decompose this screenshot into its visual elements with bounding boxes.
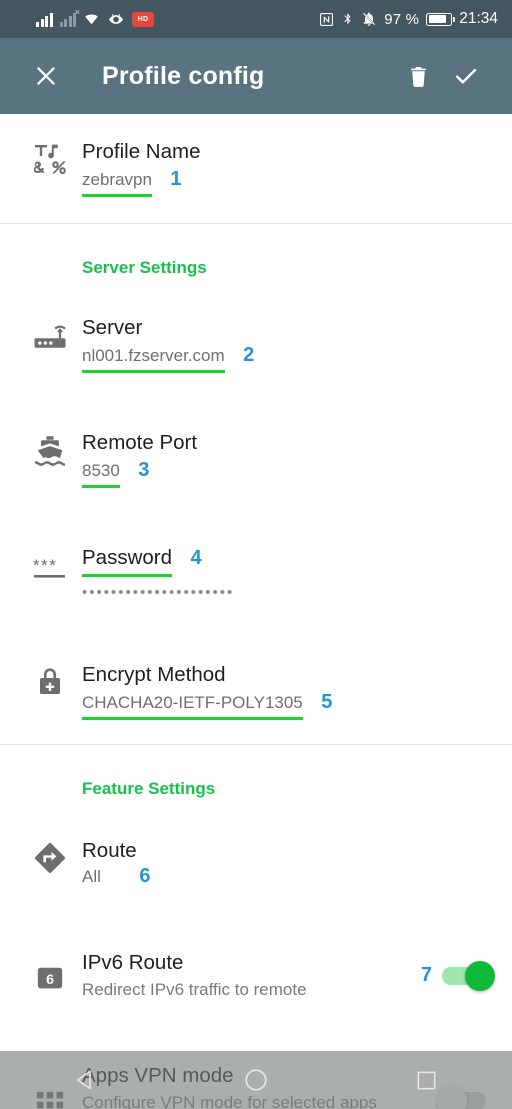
- ipv6-route-toggle[interactable]: [438, 959, 495, 993]
- annotation-7: 7: [420, 964, 432, 986]
- row-profile-name[interactable]: Profile Name zebravpn 1: [0, 114, 512, 223]
- clock-label: 21:34: [459, 10, 498, 27]
- directions-icon: [18, 837, 82, 875]
- nav-back-button[interactable]: [55, 1057, 115, 1103]
- remote-port-input[interactable]: 8530: [82, 459, 120, 488]
- home-circle-icon: [245, 1069, 267, 1091]
- row-route[interactable]: Route All 6: [0, 799, 512, 911]
- row-label: Password: [82, 544, 173, 577]
- check-icon: [456, 68, 477, 84]
- status-bar-right-icons: 97 % 21:34: [319, 10, 498, 28]
- close-icon: [37, 67, 55, 85]
- row-value-line: All 6: [82, 865, 486, 889]
- confirm-button[interactable]: [442, 52, 490, 100]
- row-label: IPv6 Route: [82, 951, 184, 974]
- section-header-feature-settings: Feature Settings: [82, 779, 216, 798]
- row-label: Remote Port: [82, 431, 198, 454]
- row-value-line: nl001.fzserver.com 2: [82, 342, 486, 373]
- row-server[interactable]: Server nl001.fzserver.com 2: [0, 278, 512, 391]
- annotation-1: 1: [170, 168, 182, 190]
- recents-square-icon: [417, 1071, 436, 1089]
- toggle-knob: [465, 960, 495, 991]
- row-route-body: Route All 6: [82, 837, 494, 889]
- nav-home-button[interactable]: [226, 1057, 286, 1103]
- row-label: Encrypt Method: [82, 663, 226, 686]
- svg-text:***: ***: [33, 556, 57, 575]
- row-value-line: CHACHA20-IETF-POLY1305 5: [82, 689, 486, 720]
- phone-screen: × HD 97 % 21:34 Profile config Profile N…: [0, 0, 512, 1109]
- row-encrypt-method-body: Encrypt Method CHACHA20-IETF-POLY1305 5: [82, 661, 494, 720]
- password-input[interactable]: •••••••••••••••••••••: [82, 583, 486, 603]
- bluetooth-icon: [341, 11, 354, 27]
- row-profile-name-body: Profile Name zebravpn 1: [82, 138, 494, 197]
- row-encrypt-method[interactable]: Encrypt Method CHACHA20-IETF-POLY1305 5: [0, 619, 512, 744]
- app-toolbar: Profile config: [0, 38, 512, 114]
- ipv6-badge-icon: 6: [18, 959, 82, 993]
- route-value[interactable]: All: [82, 867, 101, 886]
- server-input[interactable]: nl001.fzserver.com: [82, 344, 225, 373]
- annotation-3: 3: [138, 459, 150, 481]
- nfc-icon: [319, 12, 334, 27]
- annotation-4: 4: [190, 547, 202, 569]
- row-value-line: zebravpn 1: [82, 166, 486, 197]
- row-value-line: 8530 3: [82, 457, 486, 488]
- row-label: Route: [82, 839, 137, 862]
- encrypt-method-select[interactable]: CHACHA20-IETF-POLY1305: [82, 691, 303, 720]
- status-bar-left-icons: × HD: [14, 7, 154, 27]
- svg-text:6: 6: [46, 971, 54, 987]
- profile-name-input[interactable]: zebravpn: [82, 168, 152, 197]
- hd-badge-icon: HD: [132, 11, 154, 27]
- android-navigation-bar: [0, 1051, 512, 1109]
- notifications-off-icon: [361, 11, 377, 27]
- annotation-2: 2: [243, 344, 255, 366]
- lock-plus-icon: [18, 661, 82, 697]
- page-title: Profile config: [102, 61, 265, 90]
- router-icon: [18, 314, 82, 352]
- row-server-body: Server nl001.fzserver.com 2: [82, 314, 494, 373]
- status-bar: × HD 97 % 21:34: [0, 0, 512, 38]
- eye-icon: [107, 12, 125, 27]
- close-button[interactable]: [22, 52, 70, 100]
- back-triangle-icon: [77, 1070, 92, 1090]
- battery-icon: [426, 12, 456, 26]
- section-header-server-settings: Server Settings: [82, 258, 207, 277]
- row-remote-port[interactable]: Remote Port 8530 3: [0, 391, 512, 506]
- signal-bars-icon: [36, 12, 53, 27]
- row-label: Server: [82, 316, 143, 339]
- annotation-5: 5: [321, 691, 333, 713]
- asterisks-icon: ***: [18, 544, 82, 584]
- row-ipv6-route-body: IPv6 Route Redirect IPv6 traffic to remo…: [82, 949, 421, 1002]
- signal-bars-disabled-icon: ×: [59, 7, 80, 27]
- battery-percent-label: 97 %: [384, 10, 420, 28]
- trash-icon: [410, 66, 426, 87]
- boat-icon: [18, 429, 82, 467]
- text-symbols-icon: [18, 138, 82, 174]
- wifi-icon: [83, 12, 100, 27]
- row-label: Profile Name: [82, 140, 201, 163]
- row-remote-port-body: Remote Port 8530 3: [82, 429, 494, 488]
- annotation-6: 6: [139, 865, 151, 887]
- nav-recents-button[interactable]: [397, 1057, 457, 1103]
- row-subtitle: Redirect IPv6 traffic to remote: [82, 980, 307, 999]
- hd-badge-label: HD: [137, 15, 149, 23]
- row-password[interactable]: *** Password 4 •••••••••••••••••••••: [0, 506, 512, 619]
- row-password-body: Password 4 •••••••••••••••••••••: [82, 544, 494, 603]
- settings-list: Profile Name zebravpn 1 Server Settings: [0, 114, 512, 1109]
- row-label-line: Password 4: [82, 544, 486, 577]
- delete-button[interactable]: [394, 52, 442, 100]
- row-ipv6-route[interactable]: 6 IPv6 Route Redirect IPv6 traffic to re…: [0, 911, 512, 1024]
